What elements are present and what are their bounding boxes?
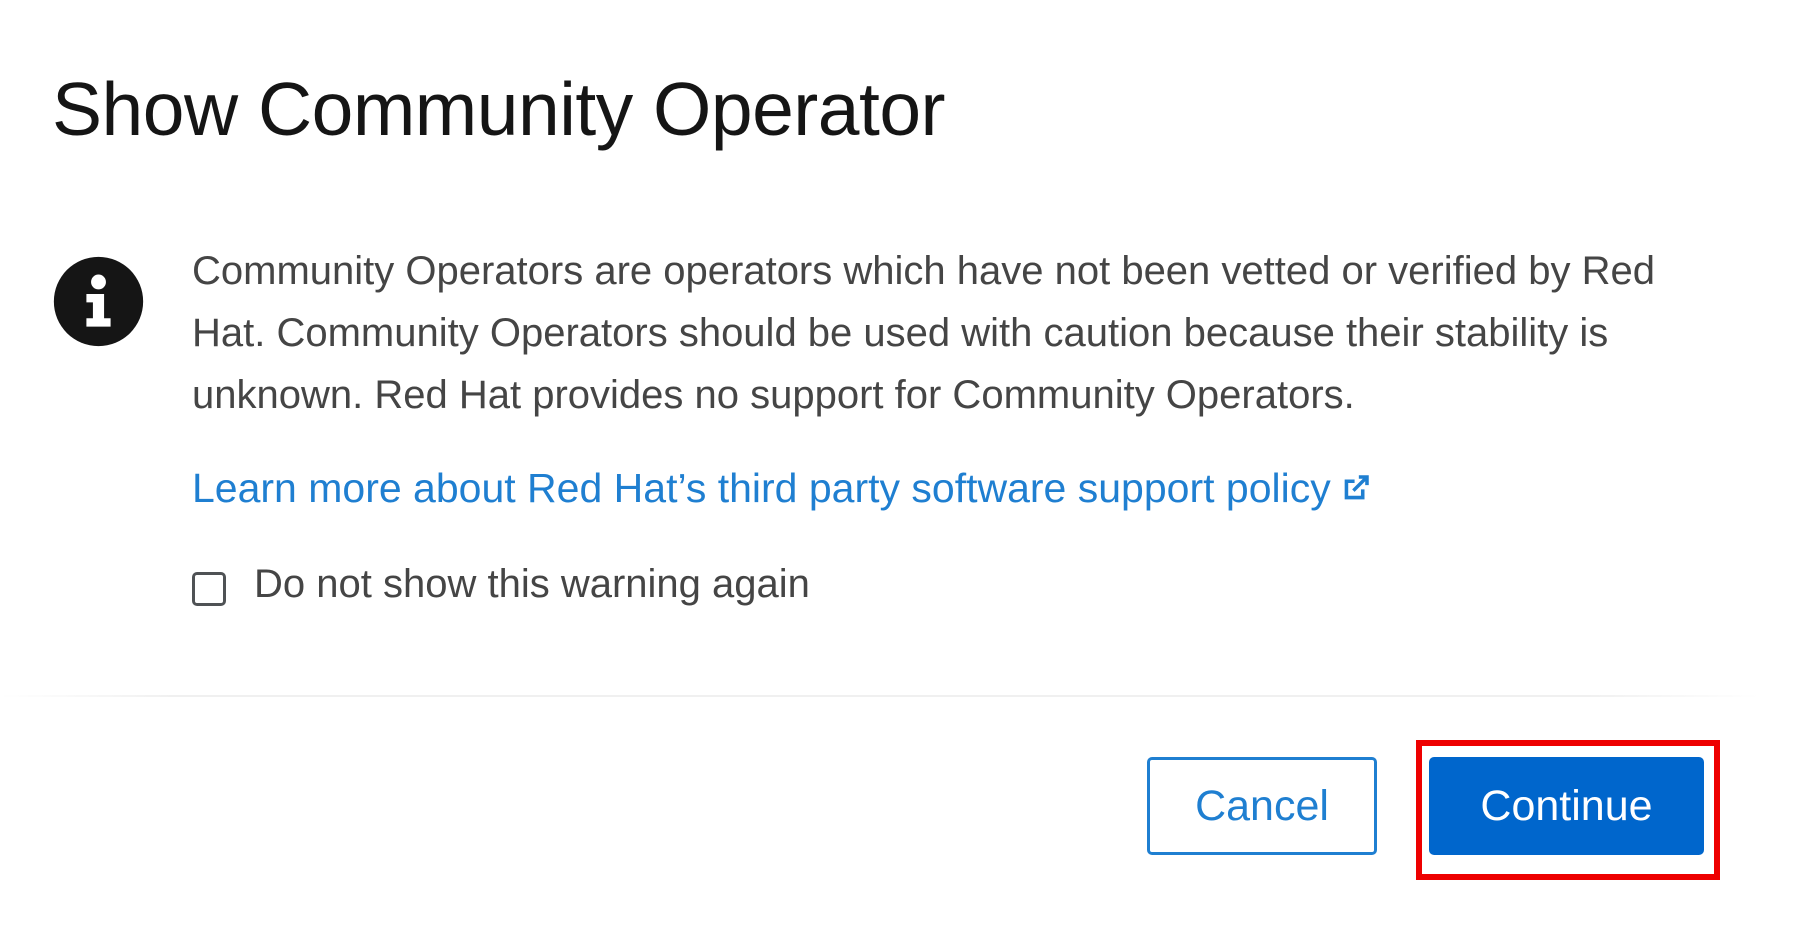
dont-show-again-row[interactable]: Do not show this warning again — [192, 558, 810, 610]
support-policy-link-label: Learn more about Red Hat’s third party s… — [192, 465, 1331, 511]
footer-divider — [0, 695, 1760, 697]
dont-show-again-label[interactable]: Do not show this warning again — [254, 558, 810, 610]
modal-title: Show Community Operator — [52, 67, 946, 151]
external-link-icon — [1344, 475, 1369, 500]
info-circle-icon — [53, 256, 144, 347]
warning-description: Community Operators are operators which … — [192, 249, 1655, 417]
support-policy-link[interactable]: Learn more about Red Hat’s third party s… — [192, 462, 1373, 514]
cancel-button[interactable]: Cancel — [1147, 757, 1377, 855]
dont-show-again-checkbox[interactable] — [192, 572, 226, 606]
continue-button[interactable]: Continue — [1429, 757, 1704, 855]
community-operator-modal: Show Community Operator Community Operat… — [0, 0, 1802, 952]
